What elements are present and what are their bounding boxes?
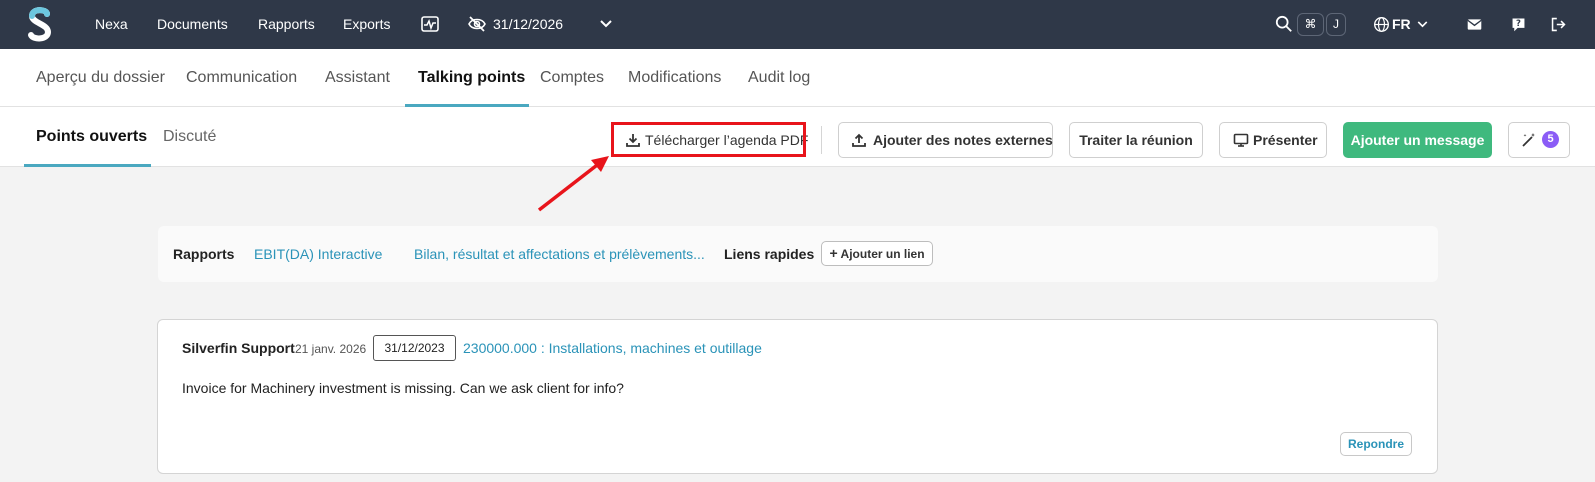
tab-audit-log[interactable]: Audit log bbox=[748, 49, 810, 107]
search-icon[interactable] bbox=[1275, 15, 1293, 33]
add-message-button[interactable]: Ajouter un message bbox=[1343, 122, 1492, 158]
report-link-ebitda[interactable]: EBIT(DA) Interactive bbox=[254, 226, 382, 282]
silverfin-logo-icon[interactable] bbox=[26, 6, 54, 43]
language-chevron-icon[interactable] bbox=[1414, 16, 1431, 33]
tab-comptes[interactable]: Comptes bbox=[540, 49, 604, 107]
message-author: Silverfin Support bbox=[182, 340, 295, 356]
tab-modifications[interactable]: Modifications bbox=[628, 49, 721, 107]
nav-documents[interactable]: Documents bbox=[157, 0, 228, 49]
add-external-notes-label: Ajouter des notes externes bbox=[873, 132, 1053, 148]
tab-talking-points[interactable]: Talking points bbox=[418, 49, 525, 107]
envelope-icon[interactable] bbox=[1466, 16, 1483, 33]
message-date: 21 janv. 2026 bbox=[295, 342, 367, 356]
shortcut-key-cmd: ⌘ bbox=[1297, 13, 1324, 36]
tab-apercu-du-dossier[interactable]: Aperçu du dossier bbox=[36, 49, 165, 107]
add-external-notes-button[interactable]: Ajouter des notes externes bbox=[838, 122, 1053, 158]
language-selector[interactable]: FR bbox=[1392, 0, 1411, 49]
message-body: Invoice for Machinery investment is miss… bbox=[182, 380, 624, 396]
period-badge: 31/12/2023 bbox=[373, 335, 456, 361]
toolbar-divider bbox=[821, 126, 822, 154]
subtab-discute[interactable]: Discuté bbox=[163, 107, 216, 167]
reply-button[interactable]: Repondre bbox=[1340, 432, 1412, 456]
annotation-highlight-box bbox=[611, 122, 806, 157]
pulse-monitor-icon[interactable] bbox=[420, 14, 440, 34]
globe-icon[interactable] bbox=[1373, 16, 1390, 33]
present-label: Présenter bbox=[1253, 132, 1318, 148]
svg-text:?: ? bbox=[1516, 19, 1521, 29]
plus-icon: + bbox=[829, 245, 838, 261]
subtab-points-ouverts[interactable]: Points ouverts bbox=[36, 107, 147, 167]
tab-assistant[interactable]: Assistant bbox=[325, 49, 390, 107]
upload-icon bbox=[852, 133, 866, 147]
nav-rapports[interactable]: Rapports bbox=[258, 0, 315, 49]
logout-icon[interactable] bbox=[1550, 16, 1567, 33]
chevron-down-icon[interactable] bbox=[596, 14, 616, 34]
main-tabs-bar: Aperçu du dossier Communication Assistan… bbox=[0, 49, 1595, 107]
account-link[interactable]: 230000.000 : Installations, machines et … bbox=[463, 340, 762, 356]
eye-slash-icon[interactable] bbox=[467, 14, 487, 34]
present-button[interactable]: Présenter bbox=[1219, 122, 1327, 158]
quick-links-heading: Liens rapides bbox=[724, 246, 815, 262]
add-link-label: Ajouter un lien bbox=[840, 247, 925, 261]
annotation-arrow-icon bbox=[537, 156, 609, 212]
top-navbar: Nexa Documents Rapports Exports 31/12/20… bbox=[0, 0, 1595, 49]
help-icon[interactable]: ? bbox=[1510, 16, 1527, 33]
magic-wand-button[interactable]: 5 bbox=[1508, 122, 1570, 158]
nav-exports[interactable]: Exports bbox=[343, 0, 390, 49]
reports-heading: Rapports bbox=[173, 246, 235, 262]
report-link-bilan[interactable]: Bilan, résultat et affectations et prélè… bbox=[414, 226, 705, 282]
nav-nexa[interactable]: Nexa bbox=[95, 0, 128, 49]
shortcut-key-j: J bbox=[1326, 13, 1346, 36]
magic-count-badge: 5 bbox=[1542, 131, 1559, 148]
add-link-button[interactable]: + Ajouter un lien bbox=[821, 241, 933, 266]
magic-wand-icon bbox=[1522, 133, 1535, 147]
period-selector[interactable]: 31/12/2026 bbox=[493, 0, 563, 49]
active-subtab-indicator bbox=[24, 164, 151, 167]
tab-communication[interactable]: Communication bbox=[186, 49, 297, 107]
monitor-icon bbox=[1233, 133, 1249, 147]
process-meeting-button[interactable]: Traiter la réunion bbox=[1069, 122, 1203, 158]
